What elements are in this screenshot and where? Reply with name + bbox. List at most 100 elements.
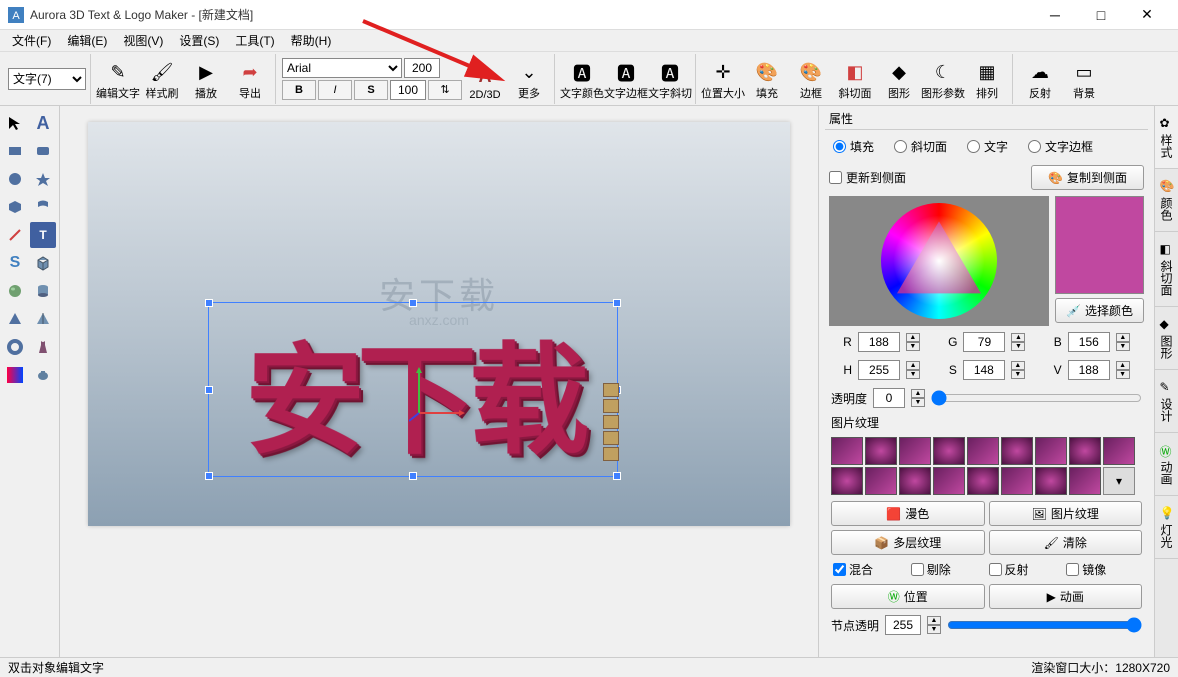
opacity-slider[interactable] [931,390,1142,406]
reflect-button[interactable]: ☁反射 [1019,55,1061,103]
menu-help[interactable]: 帮助(H) [283,30,340,51]
strike-button[interactable]: S [354,80,388,100]
cone-tool[interactable] [2,306,28,332]
selected-text-object[interactable]: 安下载 [208,302,618,477]
circle-tool[interactable] [2,166,28,192]
texture-swatch[interactable] [1035,467,1067,495]
rect-tool[interactable] [2,138,28,164]
side-tab-light[interactable]: 💡灯光 [1155,496,1178,559]
text-border-button[interactable]: 🅰文字边框 [605,55,647,103]
shape-param-button[interactable]: ☾图形参数 [922,55,964,103]
texture-swatch[interactable] [933,467,965,495]
menu-view[interactable]: 视图(V) [115,30,171,51]
side-tab-color[interactable]: 🎨颜色 [1155,169,1178,232]
texture-swatch[interactable] [967,437,999,465]
texture-swatch[interactable] [831,467,863,495]
cube-tool[interactable] [30,250,56,276]
texture-swatch[interactable] [933,437,965,465]
menu-file[interactable]: 文件(F) [4,30,59,51]
texture-swatch[interactable] [1001,467,1033,495]
torus-tool[interactable] [2,334,28,360]
texture-more[interactable]: ▾ [1103,467,1135,495]
minimize-button[interactable]: ─ [1032,0,1078,30]
edit-text-button[interactable]: ✎编辑文字 [97,55,139,103]
fill-button[interactable]: 🎨填充 [746,55,788,103]
erase-check[interactable]: 剔除 [911,561,985,578]
more-button[interactable]: ⌄更多 [508,55,550,103]
chess-tool[interactable] [30,334,56,360]
object-mini-icons[interactable] [603,383,619,461]
texture-swatch[interactable] [1069,467,1101,495]
texture-swatch[interactable] [899,437,931,465]
text-layer-select[interactable]: 文字(7) [8,68,86,90]
radio-text[interactable]: 文字 [967,138,1008,155]
link-size-button[interactable]: ⇅ [428,80,462,100]
roundrect-tool[interactable] [30,138,56,164]
side-tab-anim[interactable]: Ⓦ动画 [1155,433,1178,496]
border-button[interactable]: 🎨边框 [790,55,832,103]
position-button[interactable]: Ⓦ位置 [831,584,985,609]
select-tool[interactable] [2,110,28,136]
radio-textborder[interactable]: 文字边框 [1028,138,1093,155]
clear-button[interactable]: 🖌清除 [989,530,1143,555]
img-texture-button[interactable]: 🖼图片纹理 [989,501,1143,526]
side-tab-design[interactable]: ✎设计 [1155,370,1178,433]
format-brush-button[interactable]: 🖌样式刷 [141,55,183,103]
texture-swatch[interactable] [899,467,931,495]
texture-swatch[interactable] [1069,437,1101,465]
background-button[interactable]: ▭背景 [1063,55,1105,103]
opacity-input[interactable] [873,388,905,408]
arrange-button[interactable]: ▦排列 [966,55,1008,103]
update-side-check[interactable]: 更新到侧面 [829,169,906,186]
flag-tool[interactable] [30,194,56,220]
h-input[interactable] [858,360,900,380]
reflect-check[interactable]: 反射 [989,561,1063,578]
texture-swatch[interactable] [831,437,863,465]
multi-texture-button[interactable]: 📦多层纹理 [831,530,985,555]
maximize-button[interactable]: □ [1078,0,1124,30]
font-size-2[interactable] [390,80,426,100]
export-button[interactable]: ➦导出 [229,55,271,103]
text3d-tool[interactable]: T [30,222,56,248]
v-input[interactable] [1068,360,1110,380]
sphere-tool[interactable] [2,278,28,304]
mirror-check[interactable]: 镜像 [1066,561,1140,578]
texture-swatch[interactable] [865,437,897,465]
side-tab-style[interactable]: ✿样式 [1155,106,1178,169]
canvas[interactable]: 安下载 anxz.com 安下载 [88,122,790,526]
hex-tool[interactable] [2,194,28,220]
copy-side-button[interactable]: 🎨复制到侧面 [1031,165,1144,190]
texture-swatch[interactable] [1001,437,1033,465]
texture-swatch[interactable] [1035,437,1067,465]
cylinder-tool[interactable] [30,278,56,304]
bold-button[interactable]: B [282,80,316,100]
star-tool[interactable] [30,166,56,192]
g-input[interactable] [963,332,1005,352]
position-size-button[interactable]: ✛位置大小 [702,55,744,103]
pyramid-tool[interactable] [30,306,56,332]
side-tab-shape[interactable]: ◆图形 [1155,307,1178,370]
italic-button[interactable]: I [318,80,352,100]
radio-fill[interactable]: 填充 [833,138,874,155]
toggle-2d3d-button[interactable]: A2D/3D [464,55,506,103]
r-input[interactable] [858,332,900,352]
menu-edit[interactable]: 编辑(E) [59,30,115,51]
pen-tool[interactable] [2,222,28,248]
texture-swatch[interactable] [967,467,999,495]
gradient-tool[interactable] [2,362,28,388]
gradient-button[interactable]: 🟥漫色 [831,501,985,526]
color-wheel[interactable] [829,196,1049,326]
radio-bevel[interactable]: 斜切面 [894,138,947,155]
play-button[interactable]: ▶播放 [185,55,227,103]
font-size-1[interactable] [404,58,440,78]
menu-settings[interactable]: 设置(S) [171,30,227,51]
node-opacity-slider[interactable] [947,617,1142,633]
pick-color-button[interactable]: 💉选择颜色 [1055,298,1144,323]
texture-swatch[interactable] [1103,437,1135,465]
s-input[interactable] [963,360,1005,380]
shape-button[interactable]: ◆图形 [878,55,920,103]
text-tool[interactable]: A [30,110,56,136]
bevel-button[interactable]: ◧斜切面 [834,55,876,103]
b-input[interactable] [1068,332,1110,352]
menu-tools[interactable]: 工具(T) [227,30,282,51]
